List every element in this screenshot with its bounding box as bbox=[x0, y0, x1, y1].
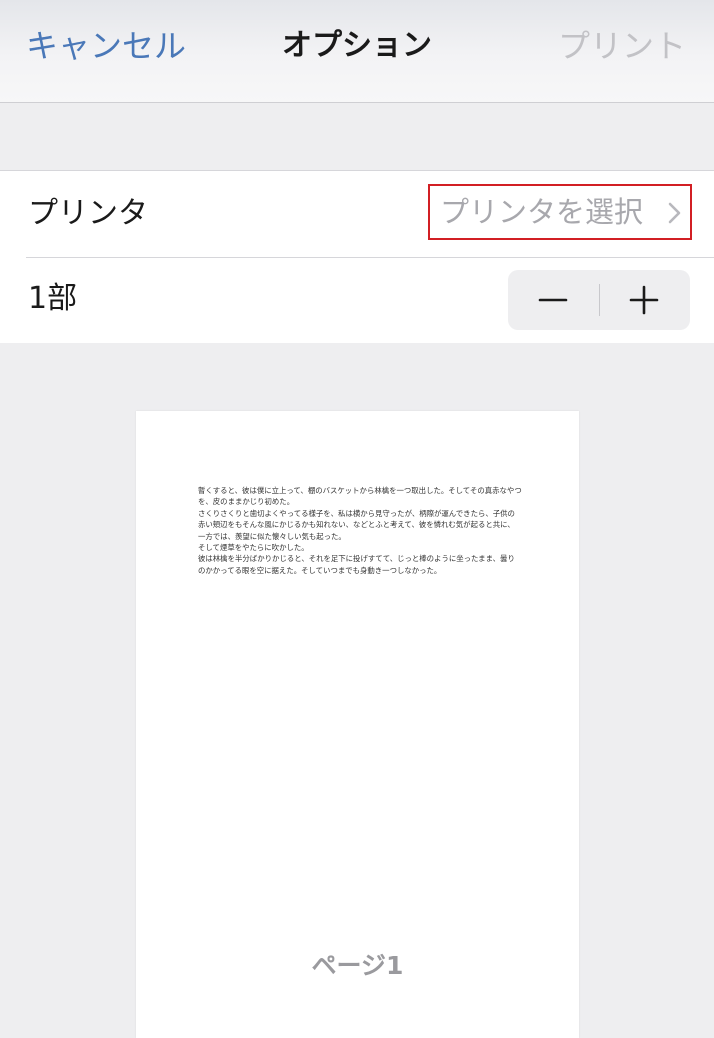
copies-label: 1部 bbox=[28, 281, 78, 316]
plus-icon bbox=[629, 285, 659, 315]
preview-page[interactable]: 暫くすると、彼は僕に立上って、棚のバスケットから林檎を一つ取出した。そしてその真… bbox=[136, 411, 579, 1038]
chevron-right-icon bbox=[668, 202, 681, 224]
printer-row[interactable]: プリンタ プリンタを選択 bbox=[0, 171, 714, 257]
preview-paragraph: 彼は林檎を半分ばかりかじると、それを足下に投げすてて、じっと棒のように坐ったまま… bbox=[198, 554, 515, 575]
preview-page-text: 暫くすると、彼は僕に立上って、棚のバスケットから林檎を一つ取出した。そしてその真… bbox=[198, 485, 522, 576]
minus-icon bbox=[538, 298, 568, 302]
page-number-label: ページ1 bbox=[311, 951, 404, 980]
copies-row: 1部 bbox=[0, 258, 714, 343]
copies-stepper[interactable] bbox=[508, 270, 690, 330]
select-printer-button[interactable]: プリンタを選択 bbox=[428, 184, 692, 240]
preview-paragraph: 暫くすると、彼は僕に立上って、棚のバスケットから林檎を一つ取出した。そしてその真… bbox=[198, 486, 522, 507]
printer-select-value: プリンタを選択 bbox=[440, 195, 644, 229]
print-button[interactable]: プリント bbox=[558, 26, 686, 66]
print-settings-group: プリンタ プリンタを選択 1部 bbox=[0, 170, 714, 344]
preview-paragraph: そして煙草をやたらに吹かした。 bbox=[198, 543, 309, 553]
decrement-button[interactable] bbox=[508, 270, 599, 330]
navigation-bar: キャンセル オプション プリント bbox=[0, 0, 714, 103]
preview-paragraph: さくりさくりと歯切よくやってる様子を、私は横から見守ったが、柄際が運んできたら、… bbox=[198, 508, 515, 541]
printer-label: プリンタ bbox=[28, 196, 148, 231]
increment-button[interactable] bbox=[599, 270, 690, 330]
print-preview-area: 暫くすると、彼は僕に立上って、棚のバスケットから林檎を一つ取出した。そしてその真… bbox=[0, 343, 714, 1038]
